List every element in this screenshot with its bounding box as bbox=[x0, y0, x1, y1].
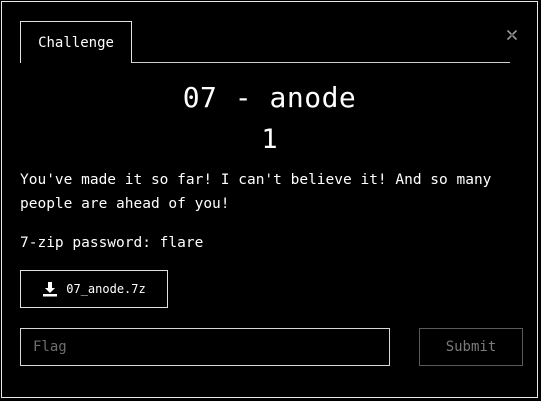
challenge-description: You've made it so far! I can't believe i… bbox=[20, 172, 492, 212]
tab-challenge[interactable]: Challenge bbox=[20, 21, 132, 63]
download-file-button[interactable]: 07_anode.7z bbox=[20, 270, 168, 308]
download-icon bbox=[43, 282, 58, 297]
tab-bar: Challenge bbox=[20, 21, 510, 63]
close-icon bbox=[507, 30, 517, 40]
archive-password: 7-zip password: flare bbox=[20, 235, 204, 251]
challenge-title: 07 - anode bbox=[182, 81, 357, 114]
close-button[interactable] bbox=[506, 26, 518, 40]
challenge-points: 1 bbox=[261, 124, 278, 155]
challenge-modal: Challenge 07 - anode 1 You've made it so… bbox=[1, 1, 538, 398]
submit-button[interactable]: Submit bbox=[419, 328, 523, 366]
download-filename: 07_anode.7z bbox=[66, 282, 146, 296]
flag-input[interactable] bbox=[20, 328, 390, 366]
tab-challenge-label: Challenge bbox=[38, 34, 114, 51]
